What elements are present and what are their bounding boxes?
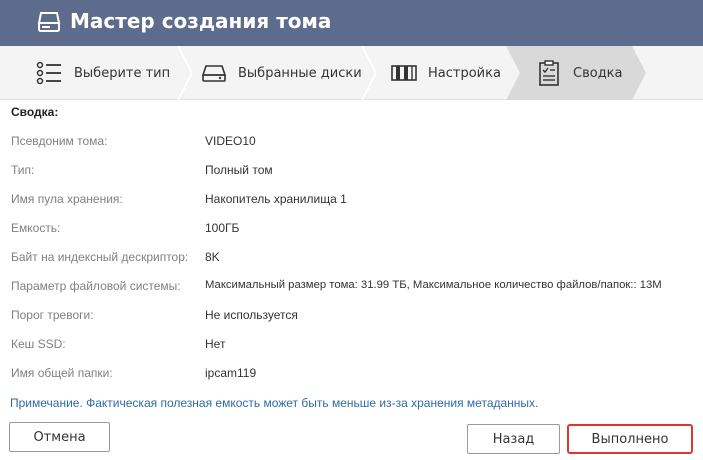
disk-icon [201,65,227,82]
row-label: Порог тревоги: [11,308,94,322]
row-value: Не используется [205,308,298,322]
row-value: ipcam119 [205,366,257,380]
cancel-button[interactable]: Отмена [9,422,110,452]
clipboard-icon [539,60,559,86]
step-label: Сводка [573,65,623,81]
row-value: Полный том [205,163,273,177]
summary-row: Байт на индексный дескриптор: 8K [0,250,703,270]
step-separator [362,46,376,100]
settings-film-icon [391,65,417,81]
summary-row: Порог тревоги: Не используется [0,308,703,328]
row-label: Тип: [11,163,35,177]
summary-title: Сводка: [11,105,59,119]
storage-drive-icon [37,12,61,32]
step-selected-disks: Выбранные диски [200,46,362,100]
capacity-note: Примечание. Фактическая полезная емкость… [10,396,539,410]
back-button[interactable]: Назад [467,424,560,454]
window-title: Мастер создания тома [70,9,332,33]
list-icon [36,61,61,85]
row-label: Имя общей папки: [11,366,113,380]
row-value: Максимальный размер тома: 31.99 ТБ, Макс… [205,279,662,291]
summary-row: Параметр файловой системы: Максимальный … [0,279,703,299]
row-value: VIDEO10 [205,134,256,148]
row-value: 100ГБ [205,221,240,235]
step-label: Выбранные диски [238,65,362,81]
row-label: Параметр файловой системы: [11,279,181,293]
row-label: Имя пула хранения: [11,192,123,206]
step-label: Выберите тип [74,65,171,81]
row-label: Байт на индексный дескриптор: [11,250,189,264]
step-summary: Сводка [535,46,623,100]
step-settings: Настройка [390,46,501,100]
summary-row: Псевдоним тома: VIDEO10 [0,134,703,154]
done-button[interactable]: Выполнено [567,424,693,454]
summary-row: Емкость: 100ГБ [0,221,703,241]
row-value: Нет [205,337,226,351]
step-separator [178,46,192,100]
step-label: Настройка [428,65,501,81]
row-label: Емкость: [11,221,61,235]
summary-row: Имя общей папки: ipcam119 [0,366,703,386]
row-value: 8K [205,250,220,264]
wizard-steps: Выберите тип Выбранные диски Настройка С… [0,46,703,100]
row-value: Накопитель хранилища 1 [205,192,347,206]
summary-row: Имя пула хранения: Накопитель хранилища … [0,192,703,212]
row-label: Псевдоним тома: [11,134,108,148]
title-bar: Мастер создания тома [0,0,703,46]
step-select-type: Выберите тип [36,46,170,100]
summary-row: Тип: Полный том [0,163,703,183]
summary-row: Кеш SSD: Нет [0,337,703,357]
row-label: Кеш SSD: [11,337,66,351]
